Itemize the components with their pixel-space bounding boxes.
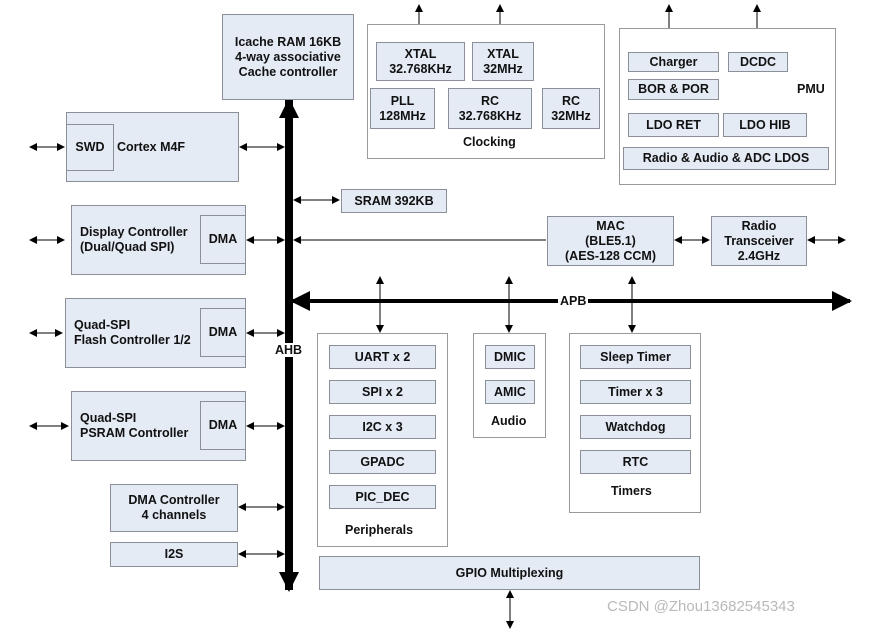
swd-block: SWD [66,124,114,171]
sram-block: SRAM 392KB [341,189,447,213]
pll-block: PLL 128MHz [370,88,435,129]
dmic-block: DMIC [485,345,535,369]
apb-label: APB [558,294,589,308]
xtal-32m-block: XTAL 32MHz [472,42,534,81]
clocking-label: Clocking [463,135,516,149]
watermark: CSDN @Zhou13682545343 [607,598,795,615]
mac-block: MAC (BLE5.1) (AES-128 CCM) [547,216,674,266]
xtal-32k-block: XTAL 32.768KHz [376,42,465,81]
rc-32k-block: RC 32.768KHz [448,88,532,129]
ldo-ret-block: LDO RET [628,113,719,137]
gpadc-block: GPADC [329,450,436,474]
cortex-label: Cortex M4F [117,139,186,154]
rc-32m-block: RC 32MHz [542,88,600,129]
i2c-block: I2C x 3 [329,415,436,439]
peripherals-label: Peripherals [345,523,414,537]
qspi-flash-dma-block: DMA [200,308,246,357]
sleep-timer-block: Sleep Timer [580,345,691,369]
ldo-hib-block: LDO HIB [723,113,807,137]
radio-audio-adc-ldos-block: Radio & Audio & ADC LDOS [623,147,829,170]
dcdc-block: DCDC [728,52,788,72]
block-diagram: Icache RAM 16KB 4-way associative Cache … [0,0,878,631]
icache-block: Icache RAM 16KB 4-way associative Cache … [222,14,354,100]
amic-block: AMIC [485,380,535,404]
bor-por-block: BOR & POR [628,79,719,100]
uart-block: UART x 2 [329,345,436,369]
radio-transceiver-block: Radio Transceiver 2.4GHz [711,216,807,266]
pic-dec-block: PIC_DEC [329,485,436,509]
gpio-multiplexing-block: GPIO Multiplexing [319,556,700,590]
pmu-label: PMU [797,82,825,96]
rtc-block: RTC [580,450,691,474]
ahb-label: AHB [275,343,303,357]
charger-block: Charger [628,52,719,72]
display-dma-block: DMA [200,215,246,264]
dma-controller-block: DMA Controller 4 channels [110,484,238,532]
timer-block: Timer x 3 [580,380,691,404]
i2s-block: I2S [110,542,238,567]
qspi-psram-dma-block: DMA [200,401,246,450]
spi-block: SPI x 2 [329,380,436,404]
watchdog-block: Watchdog [580,415,691,439]
audio-label: Audio [491,414,527,428]
timers-label: Timers [611,484,652,498]
